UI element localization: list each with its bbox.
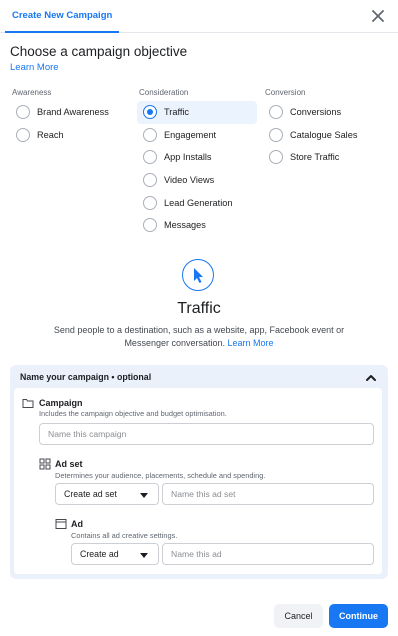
caret-down-icon — [140, 493, 148, 498]
radio-button[interactable] — [16, 105, 30, 120]
column-title: Consideration — [139, 88, 189, 97]
name-campaign-panel: Name your campaign • optional Campaign I… — [10, 365, 388, 579]
close-icon[interactable] — [370, 8, 386, 24]
radio-button[interactable] — [269, 127, 283, 142]
option-label: Conversions — [290, 107, 342, 118]
ad-window-icon — [55, 519, 67, 529]
objective-option-app-installs[interactable]: App Installs — [137, 146, 257, 169]
radio-button[interactable] — [16, 127, 30, 142]
ad-set-name-input[interactable] — [162, 483, 374, 505]
ad-set-select-value: Create ad set — [64, 489, 117, 499]
objective-column-consideration: Consideration Traffic Engagement App Ins… — [137, 88, 257, 237]
objective-option-messages[interactable]: Messages — [137, 214, 257, 237]
campaign-structure: Campaign Includes the campaign objective… — [14, 388, 382, 574]
option-label: Lead Generation — [164, 197, 233, 208]
column-title: Awareness — [12, 88, 52, 97]
ad-set-title: Ad set — [55, 459, 83, 469]
option-label: Catalogue Sales — [290, 129, 358, 140]
option-label: Engagement — [164, 129, 217, 140]
option-label: Brand Awareness — [37, 107, 109, 118]
radio-button[interactable] — [143, 127, 157, 142]
radio-button[interactable] — [143, 218, 157, 233]
objective-option-conversions[interactable]: Conversions — [263, 101, 383, 124]
learn-more-link[interactable]: Learn More — [10, 62, 59, 73]
ad-name-input[interactable] — [162, 543, 374, 565]
objective-option-video-views[interactable]: Video Views — [137, 169, 257, 192]
grid-icon — [39, 458, 51, 470]
ad-select-value: Create ad — [80, 549, 119, 559]
ad-set-subtitle: Determines your audience, placements, sc… — [55, 471, 266, 480]
objective-option-brand-awareness[interactable]: Brand Awareness — [10, 101, 130, 124]
option-label: Reach — [37, 129, 64, 140]
radio-button[interactable] — [269, 105, 283, 120]
objective-column-awareness: Awareness Brand Awareness Reach — [10, 88, 130, 146]
campaign-name-input[interactable] — [39, 423, 374, 445]
objective-column-conversion: Conversion Conversions Catalogue Sales S… — [263, 88, 383, 169]
campaign-title: Campaign — [39, 398, 83, 408]
objective-option-store-traffic[interactable]: Store Traffic — [263, 146, 383, 169]
panel-heading: Name your campaign • optional — [20, 372, 152, 382]
option-label: App Installs — [164, 152, 212, 163]
continue-button[interactable]: Continue — [329, 604, 388, 628]
chevron-up-icon[interactable] — [364, 371, 378, 385]
objective-learn-more-link[interactable]: Learn More — [228, 338, 274, 348]
option-label: Store Traffic — [290, 152, 340, 163]
option-label: Traffic — [164, 107, 190, 118]
objective-option-traffic[interactable]: Traffic — [137, 101, 257, 124]
radio-button-selected[interactable] — [143, 105, 157, 120]
option-label: Video Views — [164, 175, 215, 186]
radio-button[interactable] — [143, 195, 157, 210]
radio-button[interactable] — [143, 173, 157, 188]
objective-option-catalogue-sales[interactable]: Catalogue Sales — [263, 124, 383, 147]
objective-title: Traffic — [177, 300, 221, 317]
campaign-subtitle: Includes the campaign objective and budg… — [39, 409, 227, 418]
page-title: Choose a campaign objective — [10, 44, 188, 59]
option-label: Messages — [164, 220, 206, 231]
objective-description: Send people to a destination, such as a … — [40, 324, 358, 350]
ad-subtitle: Contains all ad creative settings. — [71, 531, 178, 540]
dialog-header: Create New Campaign — [0, 0, 398, 33]
cursor-icon — [182, 259, 214, 291]
ad-set-select[interactable]: Create ad set — [55, 483, 159, 505]
ad-title: Ad — [71, 519, 83, 529]
tab-create-new-campaign[interactable]: Create New Campaign — [5, 0, 120, 33]
cancel-button[interactable]: Cancel — [274, 604, 323, 628]
folder-icon — [22, 399, 34, 408]
objective-description-text: Send people to a destination, such as a … — [53, 325, 345, 348]
radio-button[interactable] — [143, 150, 157, 165]
caret-down-icon — [140, 553, 148, 558]
column-title: Conversion — [265, 88, 306, 97]
ad-select[interactable]: Create ad — [71, 543, 159, 565]
objective-option-engagement[interactable]: Engagement — [137, 124, 257, 147]
radio-button[interactable] — [269, 150, 283, 165]
objective-option-lead-generation[interactable]: Lead Generation — [137, 191, 257, 214]
objective-option-reach[interactable]: Reach — [10, 124, 130, 147]
